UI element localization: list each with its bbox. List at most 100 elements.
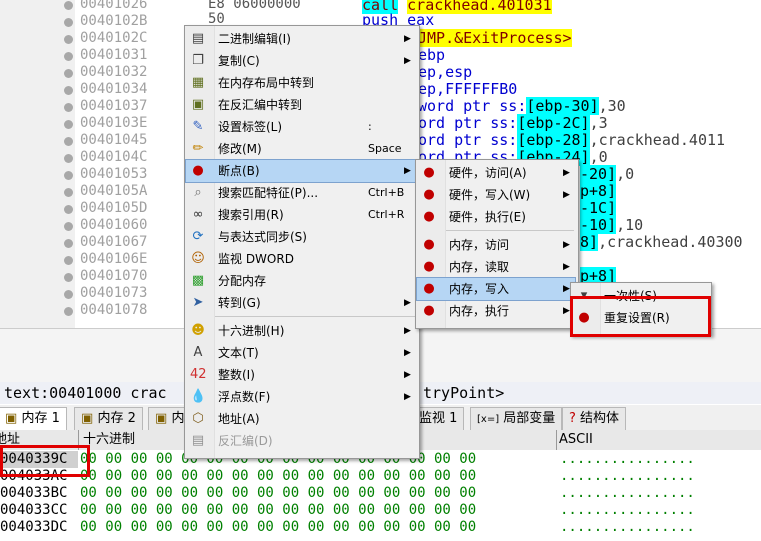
menu-item-breakpoint[interactable]: ● 断点(B) ▶ <box>185 159 417 183</box>
tab-locals[interactable]: [x=] 局部变量 <box>470 407 563 430</box>
breakpoint-dot-icon[interactable] <box>64 222 73 231</box>
instruction-line[interactable]: word ptr ss:[ebp-30],30 <box>418 97 626 115</box>
instruction-line[interactable]: JMP.&ExitProcess> <box>418 29 572 47</box>
menu-separator <box>446 230 574 231</box>
menu-item-sync[interactable]: ⟳ 与表达式同步(S) <box>186 226 416 248</box>
instruction-address[interactable]: 0040102C <box>80 30 147 46</box>
menu-item-disasm-view[interactable]: ▤ 反汇编(D) <box>186 430 416 452</box>
breakpoint-dot-icon[interactable] <box>64 18 73 27</box>
breakpoint-dot-icon[interactable] <box>64 35 73 44</box>
instruction-address[interactable]: 00401031 <box>80 47 147 63</box>
instruction-line[interactable]: -10],10 <box>580 216 643 234</box>
menu-item-mem-read[interactable]: ● 内存，读取 ▶ <box>417 256 575 278</box>
instruction-line[interactable]: 8],crackhead.40300 <box>580 233 743 251</box>
breakpoint-dot-icon[interactable] <box>64 239 73 248</box>
instruction-address[interactable]: 00401037 <box>80 98 147 114</box>
tab-memory-2[interactable]: ▣ 内存 2 <box>74 407 143 430</box>
instruction-address[interactable]: 00401053 <box>80 166 147 182</box>
column-header-ascii[interactable]: ASCII <box>557 430 761 450</box>
instruction-address[interactable]: 0040103E <box>80 115 147 131</box>
menu-item-watch[interactable]: ☺ 监视 DWORD <box>186 248 416 270</box>
submenu-arrow-icon: ▶ <box>404 166 411 176</box>
breakpoint-dot-icon[interactable] <box>64 154 73 163</box>
menu-item-integer[interactable]: 42 整数(I) ▶ <box>186 364 416 386</box>
breakpoint-dot-icon[interactable] <box>64 188 73 197</box>
breakpoint-gutter[interactable] <box>0 0 75 333</box>
dump-ascii: ................ <box>560 468 695 484</box>
instruction-address[interactable]: 00401034 <box>80 81 147 97</box>
dump-ascii: ................ <box>560 502 695 518</box>
instruction-line[interactable]: ep,esp <box>418 63 472 81</box>
instruction-address[interactable]: 00401060 <box>80 217 147 233</box>
breakpoint-dot-icon[interactable] <box>64 1 73 10</box>
instruction-address[interactable]: 00401026 <box>80 0 147 12</box>
tab-memory-1[interactable]: ▣ 内存 1 <box>0 407 67 430</box>
hw-write-icon: ● <box>423 187 435 202</box>
breakpoint-dot-icon[interactable] <box>64 103 73 112</box>
pencil-icon: ✏ <box>192 141 204 156</box>
menu-item-memory-map[interactable]: ▦ 在内存布局中转到 <box>186 72 416 94</box>
menu-item-hw-exec[interactable]: ● 硬件，执行(E) <box>417 206 575 228</box>
submenu-arrow-icon: ▶ <box>404 370 411 380</box>
menu-item-pencil[interactable]: ✏ 修改(M) Space <box>186 138 416 160</box>
menu-item-search-pattern[interactable]: ⌕ 搜索匹配特征(P)... Ctrl+B <box>186 182 416 204</box>
hw-exec-icon: ● <box>423 209 435 224</box>
menu-item-float[interactable]: 💧 浮点数(F) ▶ <box>186 386 416 408</box>
menu-item-hw-write[interactable]: ● 硬件，写入(W) ▶ <box>417 184 575 206</box>
instruction-line[interactable]: p+8] <box>580 182 617 200</box>
instruction-address[interactable]: 0040105D <box>80 200 147 216</box>
breakpoint-dot-icon[interactable] <box>64 205 73 214</box>
breakpoint-dot-icon[interactable] <box>64 256 73 265</box>
instruction-address[interactable]: 0040105A <box>80 183 147 199</box>
instruction-address[interactable]: 00401045 <box>80 132 147 148</box>
dump-row[interactable]: 004033CC 00 00 00 00 00 00 00 00 00 00 00… <box>0 502 761 519</box>
menu-item-hw-access[interactable]: ● 硬件，访问(A) ▶ <box>417 162 575 184</box>
instruction-address[interactable]: 00401067 <box>80 234 147 250</box>
menu-item-hex[interactable]: ☻ 十六进制(H) ▶ <box>186 320 416 342</box>
menu-item-disassembly[interactable]: ▣ 在反汇编中转到 <box>186 94 416 116</box>
breakpoint-dot-icon[interactable] <box>64 307 73 316</box>
menu-item-goto[interactable]: ➤ 转到(G) ▶ <box>186 292 416 314</box>
menu-item-allocate-memory[interactable]: ▩ 分配内存 <box>186 270 416 292</box>
instruction-line[interactable]: ord ptr ss:[ebp-28],crackhead.4011 <box>418 131 725 149</box>
instruction-address[interactable]: 0040102B <box>80 13 147 29</box>
breakpoint-dot-icon[interactable] <box>64 69 73 78</box>
instruction-address[interactable]: 00401070 <box>80 268 147 284</box>
menu-item-mem-exec[interactable]: ● 内存，执行 ▶ <box>417 300 575 322</box>
submenu-arrow-icon: ▶ <box>404 326 411 336</box>
breakpoint-dot-icon[interactable] <box>64 290 73 299</box>
instruction-address[interactable]: 0040104C <box>80 149 147 165</box>
instruction-line[interactable]: ord ptr ss:[ebp-2C],3 <box>418 114 608 132</box>
tab-struct[interactable]: ? 结构体 <box>562 407 627 430</box>
instruction-line[interactable]: -20],0 <box>580 165 634 183</box>
breakpoint-dot-icon[interactable] <box>64 86 73 95</box>
menu-item-address[interactable]: ⬡ 地址(A) <box>186 408 416 430</box>
struct-icon: ? <box>569 411 576 426</box>
dump-row[interactable]: 004033AC 00 00 00 00 00 00 00 00 00 00 00… <box>0 468 761 485</box>
goto-icon: ➤ <box>192 295 204 310</box>
instruction-line[interactable]: -1C] <box>580 199 617 217</box>
menu-shortcut: : <box>368 120 372 133</box>
instruction-line[interactable]: ebp <box>418 46 445 64</box>
breakpoint-dot-icon[interactable] <box>64 120 73 129</box>
dump-row[interactable]: 004033BC 00 00 00 00 00 00 00 00 00 00 00… <box>0 485 761 502</box>
instruction-address[interactable]: 00401078 <box>80 302 147 318</box>
dump-hex: 00 00 00 00 00 00 00 00 00 00 00 00 00 0… <box>80 502 477 518</box>
dump-ascii: ................ <box>560 485 695 501</box>
menu-item-binoculars[interactable]: ∞ 搜索引用(R) Ctrl+R <box>186 204 416 226</box>
menu-item-mem-write[interactable]: ● 内存，写入 ▶ <box>416 277 576 301</box>
breakpoint-dot-icon[interactable] <box>64 52 73 61</box>
menu-item-binary-edit[interactable]: ▤ 二进制编辑(I) ▶ <box>186 28 416 50</box>
dump-row[interactable]: 004033DC 00 00 00 00 00 00 00 00 00 00 00… <box>0 519 761 536</box>
instruction-address[interactable]: 00401032 <box>80 64 147 80</box>
breakpoint-dot-icon[interactable] <box>64 137 73 146</box>
instruction-address[interactable]: 0040106E <box>80 251 147 267</box>
breakpoint-dot-icon[interactable] <box>64 273 73 282</box>
breakpoint-dot-icon[interactable] <box>64 171 73 180</box>
menu-item-text[interactable]: A 文本(T) ▶ <box>186 342 416 364</box>
instruction-line[interactable]: ep,FFFFFFB0 <box>418 80 517 98</box>
menu-item-tag[interactable]: ✎ 设置标签(L): <box>186 116 416 138</box>
instruction-address[interactable]: 00401073 <box>80 285 147 301</box>
menu-item-mem-access[interactable]: ● 内存，访问 ▶ <box>417 234 575 256</box>
menu-item-copy[interactable]: ❐ 复制(C) ▶ <box>186 50 416 72</box>
